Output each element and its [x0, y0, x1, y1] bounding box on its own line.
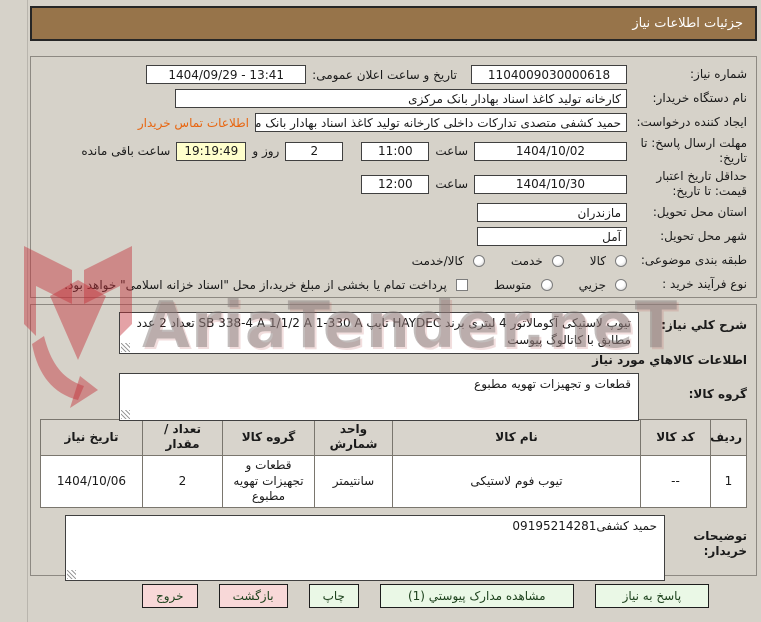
items-table-header-row: ردیف کد کالا نام کالا واحد شمارش گروه کا… — [40, 418, 747, 456]
service-radio[interactable] — [551, 254, 564, 267]
items-table: ردیف کد کالا نام کالا واحد شمارش گروه کا… — [40, 418, 747, 508]
resize-grip-icon[interactable] — [67, 569, 76, 579]
minor-radio-label: جزیي — [578, 277, 606, 292]
row-buyer-org: نام دستگاه خریدار: کارخانه تولید کاغذ اس… — [40, 88, 747, 109]
deadline-date-field[interactable]: 1404/10/02 — [474, 141, 627, 161]
city-field[interactable]: آمل — [477, 227, 627, 246]
cell-quantity: 2 — [142, 454, 223, 508]
page-left-divider — [27, 0, 28, 622]
need-description-text: تیوپ لاستیکی آکومالاتور 4 لیتری برند HAY… — [136, 316, 631, 348]
col-item-code: کد کالا — [640, 418, 711, 456]
goods-group-text: قطعات و تجهیزات تهویه مطبوع — [474, 376, 631, 391]
creator-field[interactable]: حمید کشفی متصدی تدارکات داخلی کارخانه تو… — [255, 113, 627, 132]
row-response-deadline: مهلت ارسال پاسخ: تا تاریخ: 1404/10/02 سا… — [40, 136, 747, 166]
row-province: استان محل تحویل: مازندران — [40, 202, 747, 223]
row-buyer-notes: توضیحات خریدار: حمید کشفی09195214281 — [40, 514, 747, 581]
goods-service-radio[interactable] — [472, 254, 485, 267]
row-need-description: شرح کلي نیاز: تیوپ لاستیکی آکومالاتور 4 … — [40, 312, 747, 354]
buyer-contact-link[interactable]: اطلاعات تماس خریدار — [138, 116, 249, 130]
col-item-name: نام کالا — [392, 418, 641, 456]
cell-item-name: تیوب فوم لاستیکی — [392, 454, 641, 508]
category-option-goods: کالا — [590, 254, 627, 268]
resize-grip-icon[interactable] — [121, 409, 130, 419]
cell-row-number: 1 — [710, 454, 747, 508]
need-number-label: شماره نیاز: — [690, 67, 747, 81]
need-description-textarea[interactable]: تیوپ لاستیکی آکومالاتور 4 لیتری برند HAY… — [119, 312, 639, 354]
goods-info-panel: شرح کلي نیاز: تیوپ لاستیکی آکومالاتور 4 … — [30, 304, 757, 581]
need-number-field[interactable]: 1104009030000618 — [471, 65, 627, 84]
goods-group-label: گروه کالا: — [688, 386, 747, 401]
col-row-number: ردیف — [710, 418, 747, 456]
remaining-suffix-label: ساعت باقی مانده — [81, 144, 171, 158]
request-info-panel: شماره نیاز: 1104009030000618 تاریخ و ساع… — [30, 56, 757, 298]
row-goods-group: گروه کالا: قطعات و تجهیزات تهویه مطبوع — [40, 372, 747, 421]
treasury-checkbox[interactable] — [455, 278, 468, 291]
process-option-medium: متوسط — [494, 278, 553, 292]
respond-to-need-button[interactable]: پاسخ به نیاز — [594, 584, 710, 608]
buyer-org-field[interactable]: کارخانه تولید کاغذ اسناد بهادار بانک مرک… — [175, 89, 627, 108]
resize-grip-icon[interactable] — [121, 343, 130, 352]
validity-date-field[interactable]: 1404/10/30 — [474, 174, 627, 194]
minor-radio[interactable] — [615, 278, 627, 291]
treasury-note: پرداخت تمام یا بخشی از مبلغ خرید،از محل … — [64, 277, 447, 292]
row-purchase-process: نوع فرآیند خرید : جزیي متوسط پرداخت تمام… — [40, 274, 747, 295]
row-request-creator: ایجاد کننده درخواست: حمید کشفی متصدی تدا… — [40, 112, 747, 133]
buyer-notes-label: توضیحات خریدار: — [693, 528, 747, 559]
treasury-option: پرداخت تمام یا بخشی از مبلغ خرید،از محل … — [64, 278, 468, 292]
cell-item-code: -- — [640, 454, 711, 508]
category-label: طبقه بندی موضوعی: — [640, 253, 747, 267]
col-quantity: تعداد / مقدار — [142, 418, 223, 456]
validity-time-field[interactable]: 12:00 — [361, 174, 430, 194]
service-radio-label: خدمت — [510, 253, 543, 268]
announce-datetime-field[interactable]: 1404/09/29 - 13:41 — [146, 65, 307, 84]
remaining-days-field[interactable]: 2 — [285, 141, 344, 161]
creator-label: ایجاد کننده درخواست: — [636, 115, 747, 129]
deadline-label: مهلت ارسال پاسخ: تا تاریخ: — [640, 136, 747, 165]
deadline-hour-label: ساعت — [435, 144, 468, 158]
col-need-date: تاریخ نیاز — [40, 418, 143, 456]
page-title-bar: جزئیات اطلاعات نیاز — [30, 6, 757, 41]
view-attachments-button[interactable]: مشاهده مدارک پیوستي (1) — [379, 584, 574, 608]
province-field[interactable]: مازندران — [477, 203, 627, 222]
category-option-service: خدمت — [511, 254, 564, 268]
buyer-notes-text: حمید کشفی09195214281 — [512, 518, 657, 533]
days-and-label: روز و — [252, 144, 280, 158]
medium-radio[interactable] — [540, 278, 553, 291]
back-button[interactable]: بازگشت — [218, 584, 288, 608]
row-need-number: شماره نیاز: 1104009030000618 تاریخ و ساع… — [40, 64, 747, 85]
goods-radio-label: کالا — [589, 253, 606, 268]
goods-radio[interactable] — [615, 254, 627, 267]
page-title: جزئیات اطلاعات نیاز — [632, 16, 743, 31]
cell-need-date: 1404/10/06 — [40, 454, 143, 508]
goods-service-radio-label: کالا/خدمت — [411, 253, 464, 268]
row-price-validity: حداقل تاریخ اعتبار قیمت: تا تاریخ: 1404/… — [40, 169, 747, 199]
process-option-minor: جزیي — [579, 278, 627, 292]
validity-hour-label: ساعت — [435, 177, 468, 191]
remaining-time-field[interactable]: 19:19:49 — [176, 141, 247, 161]
row-subject-category: طبقه بندی موضوعی: کالا خدمت کالا/خدمت — [40, 250, 747, 271]
cell-unit: سانتیمتر — [314, 454, 393, 508]
goods-group-textarea[interactable]: قطعات و تجهیزات تهویه مطبوع — [119, 372, 639, 421]
col-item-group: گروه کالا — [222, 418, 315, 456]
cell-item-group: قطعات و تجهیزات تهویه مطبوع — [222, 454, 315, 508]
buyer-org-label: نام دستگاه خریدار: — [652, 91, 748, 105]
exit-button[interactable]: خروج — [142, 584, 198, 608]
province-label: استان محل تحویل: — [652, 205, 747, 219]
col-unit: واحد شمارش — [314, 418, 393, 456]
goods-section-title: اطلاعات کالاهاي مورد نیاز — [592, 352, 747, 367]
process-label: نوع فرآیند خرید : — [662, 277, 747, 291]
buyer-notes-textarea[interactable]: حمید کشفی09195214281 — [65, 514, 665, 581]
table-row: 1 -- تیوب فوم لاستیکی سانتیمتر قطعات و ت… — [40, 454, 747, 508]
print-button[interactable]: چاپ — [308, 584, 359, 608]
city-label: شهر محل تحویل: — [660, 229, 747, 243]
medium-radio-label: متوسط — [493, 277, 532, 292]
announce-datetime-label: تاریخ و ساعت اعلان عمومی: — [312, 67, 457, 82]
category-option-goods-service: کالا/خدمت — [412, 254, 485, 268]
row-city: شهر محل تحویل: آمل — [40, 226, 747, 247]
action-buttons-bar: خروج بازگشت چاپ مشاهده مدارک پیوستي (1) … — [0, 584, 761, 610]
validity-label: حداقل تاریخ اعتبار قیمت: تا تاریخ: — [656, 169, 747, 198]
deadline-time-field[interactable]: 11:00 — [361, 141, 430, 161]
need-description-label: شرح کلي نیاز: — [661, 318, 747, 332]
